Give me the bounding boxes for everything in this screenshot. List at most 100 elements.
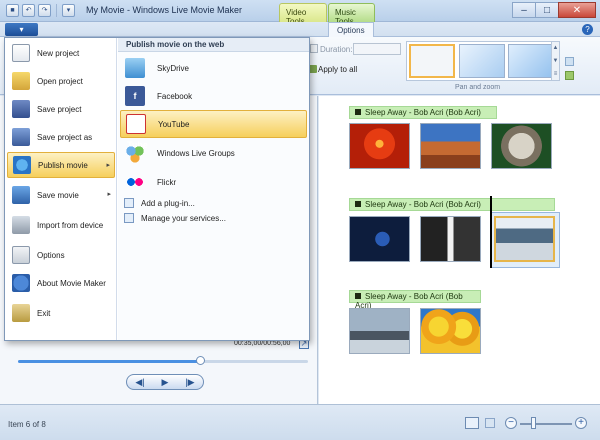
maximize-button[interactable]: □ [535, 2, 559, 18]
playback-controls: ◀| ▶ |▶ [126, 374, 204, 390]
zoom-slider-thumb[interactable] [531, 417, 536, 429]
app-menu-commands: New project Open project Save project Sa… [5, 38, 117, 340]
effect-pan-thumbnail[interactable] [459, 44, 505, 78]
publish-submenu: Publish movie on the web SkyDrive f Face… [118, 38, 309, 340]
help-icon[interactable]: ? [582, 24, 593, 35]
effect-none-thumbnail[interactable] [409, 44, 455, 78]
new-project-icon [12, 44, 30, 62]
options-icon [12, 246, 30, 264]
menu-item-about[interactable]: About Movie Maker [7, 270, 115, 296]
manage-services-link[interactable]: Manage your services... [122, 211, 307, 225]
customize-qat-icon[interactable]: ▾ [62, 4, 75, 17]
zoom-out-button[interactable]: − [505, 417, 517, 429]
apply-to-all-icon [309, 65, 317, 73]
save-project-as-icon [12, 128, 30, 146]
save-icon[interactable]: ■ [6, 4, 19, 17]
publish-windows-live-groups[interactable]: Windows Live Groups [120, 139, 307, 167]
music-segment-label[interactable]: Sleep Away - Bob Acri (Bob Acri) [349, 198, 555, 211]
clip-thumbnail[interactable] [349, 123, 410, 169]
quick-access-toolbar: ■ ↶ ↷ ▾ [6, 4, 75, 17]
menu-item-exit[interactable]: Exit [7, 300, 115, 326]
publish-facebook[interactable]: f Facebook [120, 82, 307, 110]
status-text: Item 6 of 8 [8, 420, 46, 429]
chevron-right-icon: ▸ [106, 162, 110, 169]
apply-effect-icon[interactable] [565, 71, 574, 80]
save-project-icon [12, 100, 30, 118]
storyboard-view-icon[interactable] [485, 418, 495, 428]
add-plugin-link[interactable]: Add a plug-in... [122, 196, 307, 210]
status-bar: Item 6 of 8 − + [0, 404, 600, 440]
menu-item-save-movie[interactable]: Save movie ▸ [7, 182, 115, 208]
clip-thumbnail[interactable] [420, 216, 481, 262]
window-controls: – □ ✕ [512, 2, 596, 18]
title-bar: ■ ↶ ↷ ▾ My Movie - Windows Live Movie Ma… [0, 0, 600, 26]
undo-icon[interactable]: ↶ [22, 4, 35, 17]
publish-submenu-header: Publish movie on the web [118, 38, 309, 52]
play-button[interactable]: ▶ [162, 377, 169, 388]
ribbon-tab-strip: ▾ Options ? [0, 22, 600, 37]
flickr-icon [125, 172, 145, 192]
clip-thumbnail-selected[interactable] [494, 216, 555, 262]
duration-icon [310, 44, 318, 53]
menu-item-options[interactable]: Options [7, 242, 115, 268]
playhead[interactable] [490, 196, 492, 268]
redo-icon[interactable]: ↷ [38, 4, 51, 17]
tab-options[interactable]: Options [328, 22, 374, 37]
tab-music-tools[interactable]: Music Tools [328, 3, 375, 26]
previous-frame-button[interactable]: ◀| [135, 377, 144, 388]
publish-skydrive[interactable]: SkyDrive [120, 54, 307, 82]
open-project-icon [12, 72, 30, 90]
toolbar-divider [56, 4, 57, 17]
zoom-slider-track[interactable] [520, 423, 572, 425]
playback-time: 00:35,00/00:56,00 [234, 340, 291, 347]
gallery-caption: Pan and zoom [455, 84, 501, 91]
menu-item-import-from-device[interactable]: Import from device [7, 212, 115, 238]
effect-zoom-thumbnail[interactable] [508, 44, 554, 78]
window-title: My Movie - Windows Live Movie Maker [86, 5, 243, 15]
duration-label: Duration: [320, 45, 353, 54]
apply-to-all-button[interactable]: Apply to all [318, 65, 357, 74]
tab-video-tools[interactable]: Video Tools [279, 3, 327, 26]
facebook-icon: f [125, 86, 145, 106]
menu-item-open-project[interactable]: Open project [7, 68, 115, 94]
menu-item-publish-movie[interactable]: Publish movie ▸ [7, 152, 115, 178]
plugin-icon [124, 198, 134, 208]
music-icon [355, 293, 361, 299]
exit-icon [12, 304, 30, 322]
music-icon [355, 201, 361, 207]
menu-item-save-project[interactable]: Save project [7, 96, 115, 122]
zoom-in-button[interactable]: + [575, 417, 587, 429]
publish-flickr[interactable]: Flickr [120, 168, 307, 196]
clip-thumbnail[interactable] [420, 123, 481, 169]
music-segment-label[interactable]: Sleep Away - Bob Acri (Bob Acri) [349, 290, 481, 310]
music-segment-label[interactable]: Sleep Away - Bob Acri (Bob Acri) [349, 106, 497, 119]
menu-item-new-project[interactable]: New project [7, 40, 115, 66]
app-menu: New project Open project Save project Sa… [4, 37, 310, 341]
thumbnail-size-icon[interactable] [465, 417, 479, 429]
publish-movie-icon [13, 156, 31, 174]
minimize-button[interactable]: – [512, 2, 536, 18]
clip-thumbnail[interactable] [420, 308, 481, 354]
app-menu-button[interactable]: ▾ [5, 23, 38, 36]
clip-thumbnail[interactable] [349, 216, 410, 262]
menu-item-save-project-as[interactable]: Save project as [7, 124, 115, 150]
duration-input[interactable] [353, 43, 401, 55]
about-icon [12, 274, 30, 292]
clip-thumbnail[interactable] [491, 123, 552, 169]
pan-zoom-gallery [406, 41, 560, 81]
publish-youtube[interactable]: YouTube YouTube [120, 110, 307, 150]
music-icon [355, 109, 361, 115]
close-button[interactable]: ✕ [558, 2, 596, 18]
seek-thumb[interactable] [196, 356, 205, 365]
chevron-right-icon: ▸ [107, 191, 111, 198]
next-frame-button[interactable]: |▶ [185, 377, 194, 388]
seek-bar[interactable] [18, 360, 308, 363]
windows-live-groups-icon [125, 143, 145, 163]
gallery-scroll[interactable]: ▲ ▼ ≡ [551, 41, 560, 81]
clip-thumbnail[interactable] [349, 308, 410, 354]
select-all-icon[interactable] [565, 57, 574, 66]
import-icon [12, 216, 30, 234]
save-movie-icon [12, 186, 30, 204]
youtube-icon: YouTube [126, 114, 148, 150]
skydrive-icon [125, 58, 145, 78]
